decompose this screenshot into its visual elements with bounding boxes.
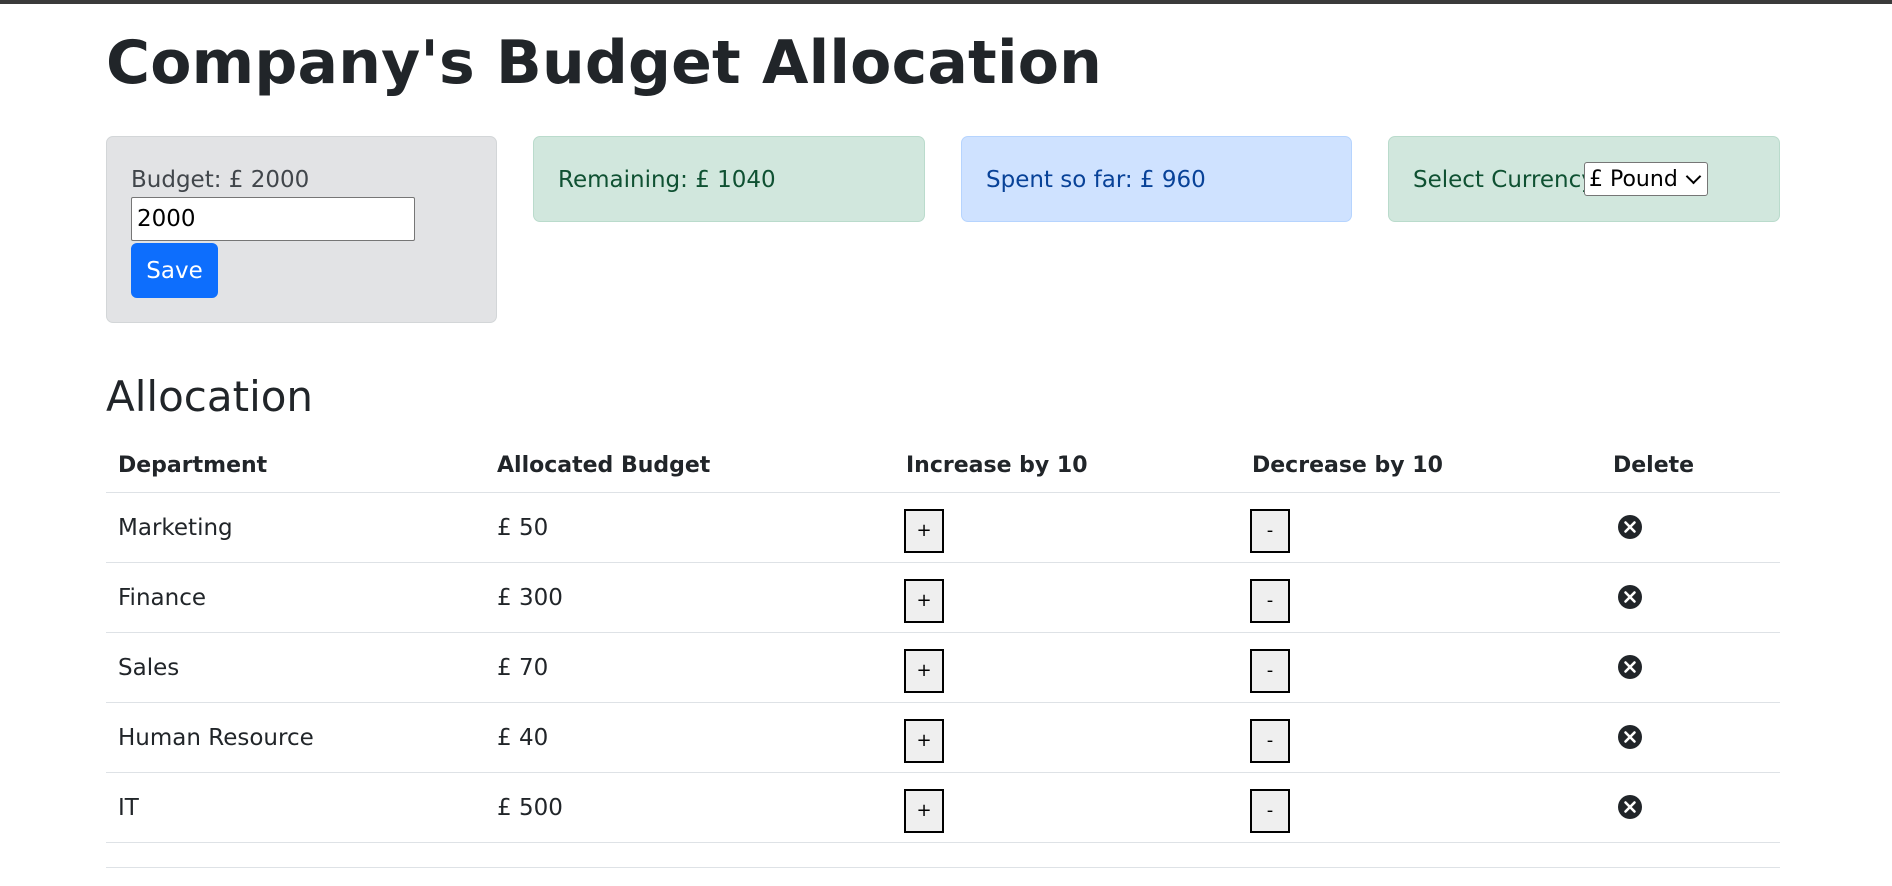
department-cell: Marketing bbox=[106, 492, 485, 563]
allocated-cell: £ 500 bbox=[485, 772, 894, 843]
allocated-cell: £ 300 bbox=[485, 562, 894, 633]
spent-card: Spent so far: £ 960 bbox=[961, 136, 1352, 222]
header-delete: Delete bbox=[1601, 438, 1780, 493]
increase-button[interactable]: + bbox=[904, 718, 944, 763]
save-button[interactable]: Save bbox=[131, 243, 218, 298]
currency-selected-value: £ Pound bbox=[1589, 166, 1678, 192]
close-circle-icon[interactable] bbox=[1617, 584, 1643, 610]
decrease-button[interactable]: - bbox=[1250, 718, 1290, 763]
allocation-table: Department Allocated Budget Increase by … bbox=[106, 438, 1780, 868]
allocated-cell: £ 40 bbox=[485, 702, 894, 773]
window-top-border bbox=[0, 0, 1892, 4]
decrease-button[interactable]: - bbox=[1250, 648, 1290, 693]
spent-label: Spent so far: £ 960 bbox=[986, 167, 1206, 193]
close-circle-icon[interactable] bbox=[1617, 654, 1643, 680]
currency-label: Select Currency: bbox=[1413, 167, 1601, 193]
chevron-down-icon bbox=[1685, 168, 1702, 184]
allocation-title: Allocation bbox=[106, 372, 314, 421]
department-cell: Finance bbox=[106, 562, 485, 633]
decrease-button[interactable]: - bbox=[1250, 788, 1290, 833]
close-circle-icon[interactable] bbox=[1617, 794, 1643, 820]
department-cell: IT bbox=[106, 772, 485, 843]
table-empty-row bbox=[106, 842, 1780, 868]
page-title: Company's Budget Allocation bbox=[106, 28, 1103, 98]
decrease-button[interactable]: - bbox=[1250, 578, 1290, 623]
header-increase: Increase by 10 bbox=[894, 438, 1240, 493]
close-circle-icon[interactable] bbox=[1617, 724, 1643, 750]
department-cell: Sales bbox=[106, 632, 485, 703]
table-row: Finance £ 300 + - bbox=[106, 562, 1780, 633]
header-decrease: Decrease by 10 bbox=[1240, 438, 1601, 493]
allocated-cell: £ 70 bbox=[485, 632, 894, 703]
table-header-row: Department Allocated Budget Increase by … bbox=[106, 438, 1780, 493]
remaining-card: Remaining: £ 1040 bbox=[533, 136, 925, 222]
close-circle-icon[interactable] bbox=[1617, 514, 1643, 540]
budget-input[interactable] bbox=[131, 197, 415, 241]
increase-button[interactable]: + bbox=[904, 508, 944, 553]
header-department: Department bbox=[106, 438, 485, 493]
table-row: IT £ 500 + - bbox=[106, 772, 1780, 843]
allocated-cell: £ 50 bbox=[485, 492, 894, 563]
table-row: Human Resource £ 40 + - bbox=[106, 702, 1780, 773]
remaining-label: Remaining: £ 1040 bbox=[558, 167, 776, 193]
budget-label: Budget: £ 2000 bbox=[131, 167, 310, 193]
currency-select[interactable]: £ Pound bbox=[1584, 162, 1708, 196]
increase-button[interactable]: + bbox=[904, 788, 944, 833]
budget-card: Budget: £ 2000 Save bbox=[106, 136, 497, 323]
decrease-button[interactable]: - bbox=[1250, 508, 1290, 553]
increase-button[interactable]: + bbox=[904, 578, 944, 623]
currency-card: Select Currency: £ Pound bbox=[1388, 136, 1780, 222]
department-cell: Human Resource bbox=[106, 702, 485, 773]
increase-button[interactable]: + bbox=[904, 648, 944, 693]
table-row: Marketing £ 50 + - bbox=[106, 492, 1780, 563]
table-row: Sales £ 70 + - bbox=[106, 632, 1780, 703]
header-allocated-budget: Allocated Budget bbox=[485, 438, 894, 493]
